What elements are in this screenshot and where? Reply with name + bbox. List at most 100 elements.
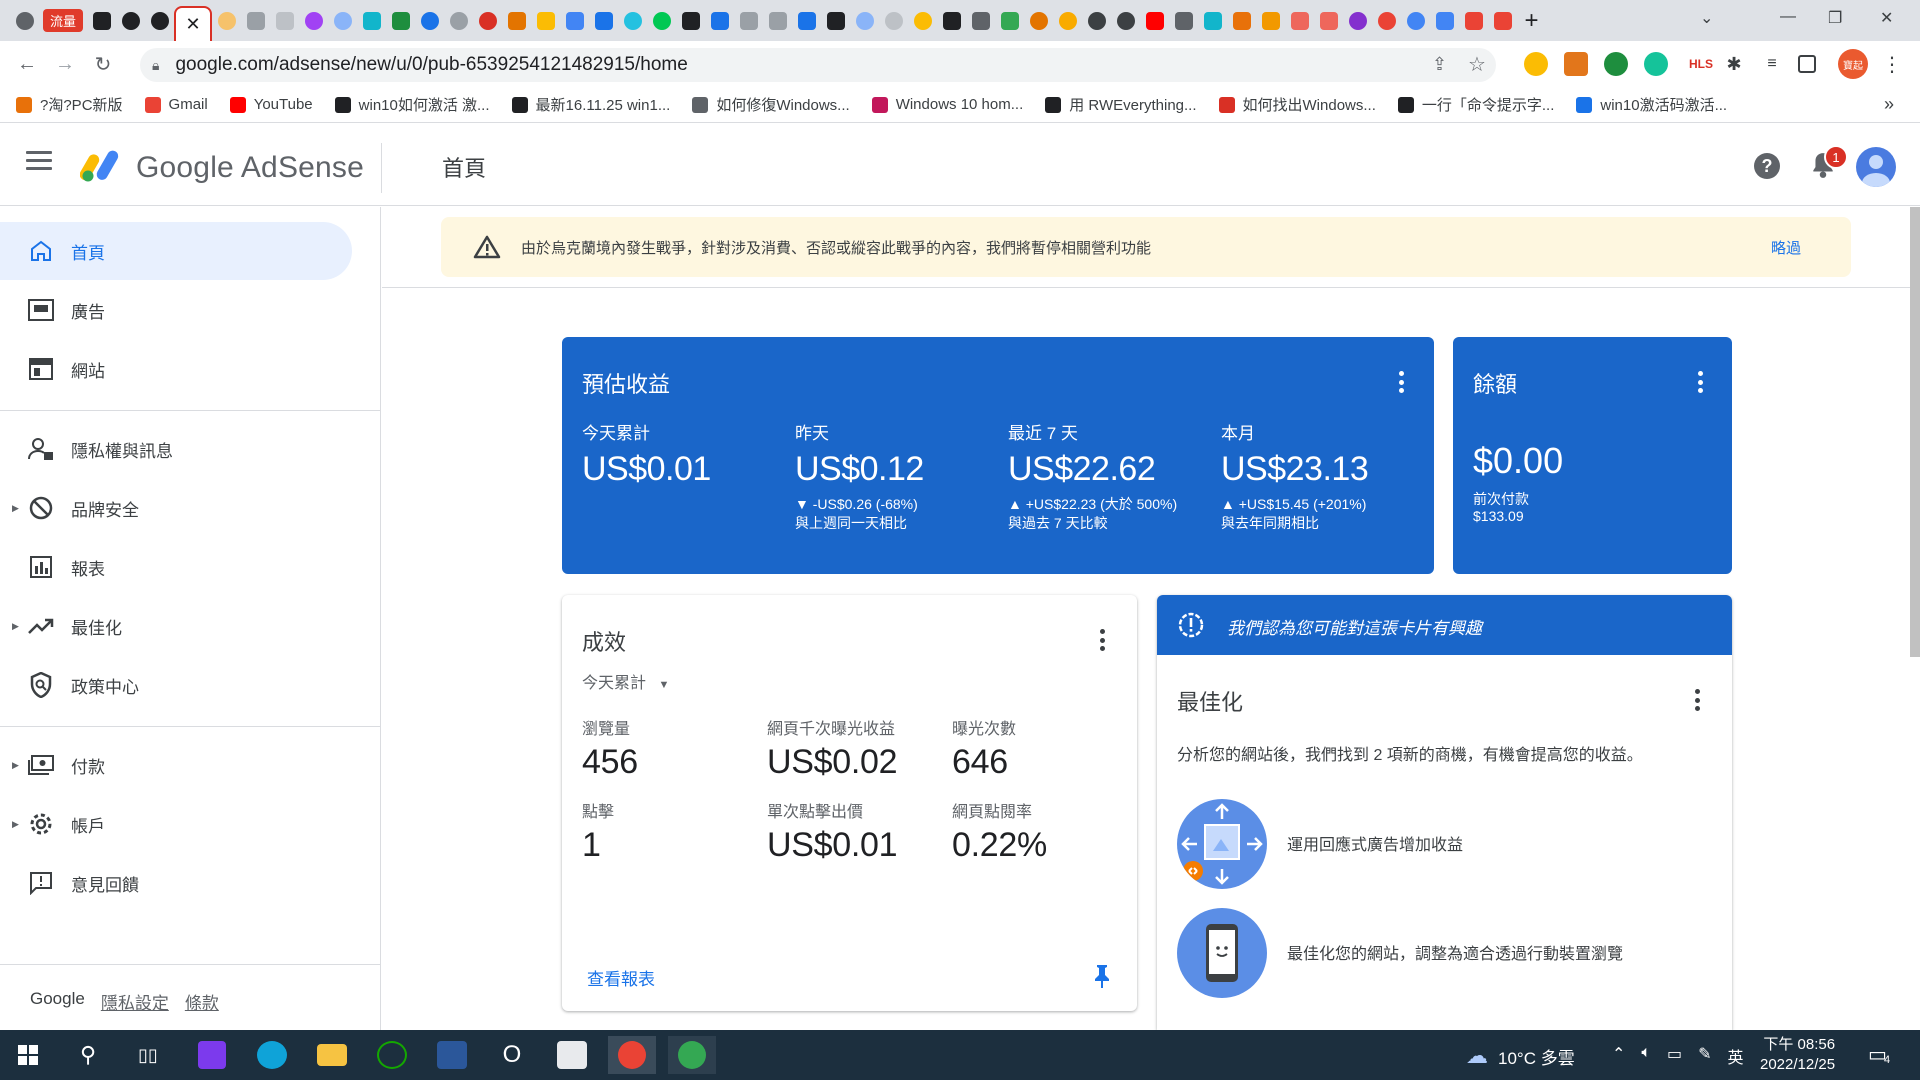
tab-favicon[interactable] [763,6,792,35]
tab-search-icon[interactable]: ⌄ [1700,8,1713,28]
earnings-more-icon[interactable] [1398,371,1404,393]
tab-favicon[interactable] [1169,6,1198,35]
sidebar-item-payments[interactable]: ▶ 付款 [0,736,352,794]
sidebar-item-reports[interactable]: 報表 [0,538,352,596]
tab-favicon[interactable] [1285,6,1314,35]
lock-icon[interactable]: 🔒︎ [152,57,159,74]
metamask-extension-icon[interactable] [1564,52,1588,76]
earnings-metric[interactable]: 本月 US$23.13 ▲ +US$15.45 (+201%) 與去年同期相比 [1221,419,1421,533]
opera-icon[interactable]: O [488,1036,536,1074]
optimization-item[interactable]: 運用回應式廣告增加收益 [1177,799,1697,891]
optimization-item[interactable]: 最佳化您的網站，調整為適合透過行動裝置瀏覽 [1177,908,1697,1000]
metric-value[interactable]: 646 [952,743,1008,782]
sidebar-item-feedback[interactable]: 意見回饋 [0,854,352,912]
tab-favicon[interactable] [1111,6,1140,35]
close-window-icon[interactable]: ✕ [1880,8,1893,28]
tab-favicon[interactable] [1343,6,1372,35]
help-icon[interactable]: ? [1754,153,1780,179]
tab-favicon[interactable] [1198,6,1227,35]
tab-favicon[interactable] [647,6,676,35]
minimize-icon[interactable]: — [1780,8,1796,26]
action-center-icon[interactable]: ▭ 4 [1868,1042,1890,1067]
word-icon[interactable] [428,1036,476,1074]
tab-favicon[interactable] [589,6,618,35]
tab-favicon[interactable] [908,6,937,35]
forward-icon[interactable]: → [46,45,84,83]
terms-link[interactable]: 條款 [185,989,219,1014]
metric-value[interactable]: 1 [582,826,601,865]
emoji-extension-icon[interactable] [1524,52,1548,76]
chrome-icon[interactable] [608,1036,656,1074]
tab-favicon[interactable] [966,6,995,35]
start-button[interactable] [4,1036,52,1074]
sidebar-item-brand-safety[interactable]: ▶ 品牌安全 [0,479,352,537]
tab-favicon[interactable] [850,6,879,35]
ime-indicator[interactable]: 英 [1728,1044,1744,1068]
earnings-metric[interactable]: 昨天 US$0.12 ▼ -US$0.26 (-68%) 與上週同一天相比 [795,419,995,533]
reload-icon[interactable]: ↻ [84,45,122,83]
tab-favicon[interactable] [995,6,1024,35]
tab-favicon[interactable] [734,6,763,35]
privacy-link[interactable]: 隱私設定 [101,989,169,1014]
tab-favicon[interactable] [1227,6,1256,35]
file-explorer-icon[interactable] [308,1036,356,1074]
expand-arrow-icon[interactable]: ▶ [12,819,19,830]
tab-favicon[interactable] [1459,6,1488,35]
bookmark-item[interactable]: 最新16.11.25 win1... [511,94,670,115]
bookmark-star-icon[interactable]: ☆ [1468,52,1486,77]
tab-favicon[interactable] [10,6,39,35]
search-icon[interactable]: ⚲ [64,1036,112,1074]
profile-button[interactable]: 寶起 [1838,49,1868,79]
tab-favicon[interactable] [1053,6,1082,35]
browser-menu-icon[interactable]: ⋮ [1880,52,1904,76]
back-icon[interactable]: ← [8,45,46,83]
sidebar-item-home[interactable]: 首頁 [0,222,352,280]
earnings-metric[interactable]: 今天累計 US$0.01 [582,419,782,489]
tab-favicon[interactable] [937,6,966,35]
metric-value[interactable]: 456 [582,743,638,782]
tab-favicon[interactable] [1314,6,1343,35]
tab-favicon[interactable] [444,6,473,35]
media-control-icon[interactable]: ≡ [1760,52,1784,76]
range-dropdown[interactable]: 今天累計 ▼ [582,669,669,693]
restore-icon[interactable]: ❐ [1828,8,1842,28]
tab-favicon[interactable] [145,6,174,35]
bookmark-item[interactable]: win10如何激活 激... [334,94,490,115]
tab-favicon[interactable] [531,6,560,35]
metric-value[interactable]: US$0.02 [767,743,898,782]
bookmark-item[interactable]: win10激活码激活... [1576,94,1727,115]
page-scrollbar[interactable] [1910,207,1920,657]
pen-icon[interactable]: ✎ [1698,1044,1711,1068]
performance-more-icon[interactable] [1099,629,1105,651]
tab-favicon[interactable] [386,6,415,35]
expand-arrow-icon[interactable]: ▶ [12,621,19,632]
chevron-up-icon[interactable]: ⌃ [1612,1044,1625,1068]
hamburger-menu-icon[interactable] [26,151,52,171]
weather-widget[interactable]: ☁︎ 10°C 多雲 [1466,1043,1575,1069]
puzzle-extensions-icon[interactable]: ✱ [1722,52,1746,76]
sidebar-item-account[interactable]: ▶ 帳戶 [0,795,352,853]
tab-favicon[interactable] [879,6,908,35]
tab-favicon[interactable] [821,6,850,35]
tab-favicon[interactable] [1372,6,1401,35]
tab-favicon[interactable] [212,6,241,35]
metric-value[interactable]: US$0.01 [767,826,898,865]
address-bar[interactable]: 🔒︎ google.com/adsense/new/u/0/pub-653925… [140,48,1496,82]
tab-favicon[interactable] [270,6,299,35]
tab-favicon[interactable] [502,6,531,35]
bookmark-item[interactable]: ?淘?PC新版 [16,94,123,115]
side-panel-icon[interactable] [1798,55,1816,73]
view-report-link[interactable]: 查看報表 [587,965,655,990]
sidebar-item-privacy[interactable]: 隱私權與訊息 [0,420,352,478]
bookmark-item[interactable]: 一行「命令提示字... [1397,94,1554,115]
visual-studio-icon[interactable] [188,1036,236,1074]
hls-extension-icon[interactable]: HLS [1684,52,1718,76]
app-icon[interactable] [548,1036,596,1074]
metric-value[interactable]: 0.22% [952,826,1047,865]
bookmark-item[interactable]: 如何修復Windows... [692,94,850,115]
active-tab[interactable]: ✕ [174,5,213,41]
avatar[interactable] [1856,147,1896,187]
green-extension-icon[interactable] [1604,52,1628,76]
balance-more-icon[interactable] [1697,371,1703,393]
bookmark-item[interactable]: 如何找出Windows... [1218,94,1376,115]
